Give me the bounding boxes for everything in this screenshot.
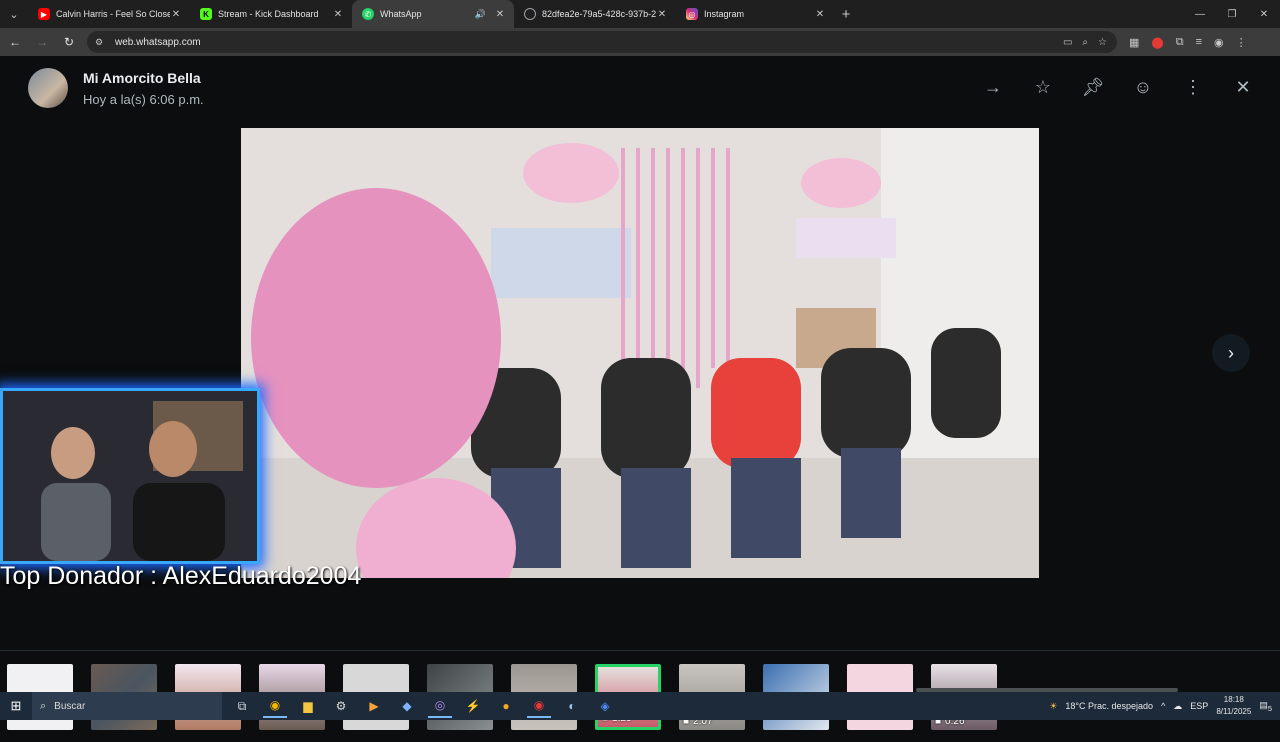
browser-tab-strip: ⌄ ▶ Calvin Harris - Feel So Close (Tr ✕ …	[0, 0, 1280, 28]
clock-date: 8/11/2025	[1216, 707, 1252, 716]
weather-text[interactable]: 18°C Prac. despejado	[1065, 701, 1153, 711]
extension-shield-icon[interactable]: ⬤	[1151, 36, 1163, 49]
browser-toolbar: ← → ↻ ⚙ web.whatsapp.com ▭ ⌕ ☆ ▦ ⬤ ⧉ ≡ ◉…	[0, 28, 1280, 56]
close-viewer-icon[interactable]: ✕	[1232, 76, 1254, 98]
pin-icon[interactable]: 📌︎	[1082, 76, 1105, 98]
close-tab-icon[interactable]: ✕	[332, 9, 344, 20]
tab-title: Instagram	[704, 9, 745, 19]
close-tab-icon[interactable]: ✕	[170, 9, 182, 20]
language-indicator[interactable]: ESP	[1190, 701, 1208, 711]
tab-search-icon[interactable]: ⌄	[0, 0, 28, 28]
star-icon[interactable]: ☆	[1032, 76, 1054, 98]
obs-icon[interactable]: ◎	[428, 694, 452, 718]
webcam-scene	[3, 391, 257, 561]
next-media-button[interactable]: ›	[1212, 334, 1250, 372]
tab-title: Stream - Kick Dashboard	[218, 9, 319, 19]
weather-icon[interactable]: ☀	[1049, 701, 1057, 712]
whatsapp-icon: ✆	[362, 8, 374, 20]
close-window-icon[interactable]: ✕	[1248, 9, 1280, 20]
forward-icon[interactable]: →	[30, 35, 54, 49]
windows-taskbar: ⊞ ⌕ Buscar ⧉ ◉ ▆ ⚙ ▶ ◆ ◎ ⚡ ● ◉ ◐ ◈ ☀ 18°…	[0, 692, 1280, 720]
viewer-header: Mi Amorcito Bella Hoy a la(s) 6:06 p.m. …	[0, 56, 1280, 122]
app-orange-icon[interactable]: ●	[494, 694, 518, 718]
windows-start-icon[interactable]: ⊞	[0, 698, 32, 714]
address-bar[interactable]: ⚙ web.whatsapp.com ▭ ⌕ ☆	[87, 31, 1117, 53]
browser-tab-youtube[interactable]: ▶ Calvin Harris - Feel So Close (Tr ✕	[28, 0, 190, 28]
window-controls: — ❐ ✕	[1184, 9, 1280, 20]
cast-icon[interactable]: ▭	[1063, 37, 1072, 48]
file-explorer-icon[interactable]: ▆	[296, 694, 320, 718]
restore-icon[interactable]: ❐	[1216, 9, 1248, 20]
forward-icon[interactable]: →	[982, 76, 1004, 98]
clock-time: 18:18	[1223, 695, 1244, 704]
taskbar-clock[interactable]: 18:18 8/11/2025	[1216, 694, 1251, 718]
app-blue-icon[interactable]: ◈	[593, 694, 617, 718]
minimize-icon[interactable]: —	[1184, 9, 1216, 20]
tab-title: 82dfea2e-79a5-428c-937b-2fca	[542, 9, 656, 19]
top-donor-overlay-text: Top Donador : AlexEduardo2004	[0, 562, 362, 590]
emoji-react-icon[interactable]: ☺	[1132, 76, 1154, 98]
taskbar-apps: ⧉ ◉ ▆ ⚙ ▶ ◆ ◎ ⚡ ● ◉ ◐ ◈	[230, 694, 617, 718]
back-icon[interactable]: ←	[3, 35, 27, 49]
chrome-icon[interactable]: ◉	[263, 694, 287, 718]
message-timestamp: Hoy a la(s) 6:06 p.m.	[83, 92, 204, 107]
close-tab-icon[interactable]: ✕	[656, 9, 668, 20]
app-red-icon[interactable]: ◉	[527, 694, 551, 718]
site-info-icon[interactable]: ⚙	[95, 37, 107, 48]
instagram-icon: ◎	[686, 8, 698, 20]
taskbar-search-placeholder: Buscar	[54, 700, 86, 712]
app-lightning-icon[interactable]: ⚡	[461, 694, 485, 718]
viewer-actions: → ☆ 📌︎ ☺ ⋮ ✕	[982, 76, 1254, 98]
notification-count: 5	[1267, 703, 1272, 713]
media-player-icon[interactable]: ▶	[362, 694, 386, 718]
more-options-icon[interactable]: ⋮	[1182, 76, 1204, 98]
browser-tab-whatsapp[interactable]: ✆ WhatsApp 🔊 ✕	[352, 0, 514, 28]
steam-icon[interactable]: ◐	[560, 694, 584, 718]
media-control-icon[interactable]: ≡	[1196, 36, 1202, 49]
app-icon[interactable]: ◆	[395, 694, 419, 718]
browser-tab-kick[interactable]: K Stream - Kick Dashboard ✕	[190, 0, 352, 28]
extension-icon[interactable]: ▦	[1129, 36, 1139, 49]
task-view-icon[interactable]: ⧉	[230, 694, 254, 718]
speaker-icon[interactable]: 🔊	[475, 9, 486, 20]
video-scene	[241, 128, 1039, 578]
new-tab-button[interactable]: +	[834, 6, 858, 23]
tray-chevron-icon[interactable]: ^	[1161, 701, 1165, 711]
zoom-icon[interactable]: ⌕	[1082, 37, 1088, 48]
bookmark-star-icon[interactable]: ☆	[1098, 37, 1107, 48]
contact-name: Mi Amorcito Bella	[83, 70, 201, 86]
contact-avatar[interactable]	[28, 68, 68, 108]
stream-webcam-overlay	[0, 388, 260, 564]
browser-tab-uuid[interactable]: 82dfea2e-79a5-428c-937b-2fca ✕	[514, 0, 676, 28]
taskbar-search[interactable]: ⌕ Buscar	[32, 692, 222, 720]
tab-title: Calvin Harris - Feel So Close (Tr	[56, 9, 170, 19]
browser-tab-instagram[interactable]: ◎ Instagram ✕	[676, 0, 834, 28]
globe-icon	[524, 8, 536, 20]
search-icon: ⌕	[40, 699, 47, 712]
notifications-icon[interactable]: ▤5	[1259, 700, 1272, 713]
settings-icon[interactable]: ⚙	[329, 694, 353, 718]
reload-icon[interactable]: ↻	[57, 35, 81, 49]
extensions-puzzle-icon[interactable]: ⧉	[1176, 36, 1184, 49]
close-tab-icon[interactable]: ✕	[814, 9, 826, 20]
tab-title: WhatsApp	[380, 9, 422, 19]
media-viewer: Mi Amorcito Bella Hoy a la(s) 6:06 p.m. …	[0, 56, 1280, 730]
kick-icon: K	[200, 8, 212, 20]
close-tab-icon[interactable]: ✕	[494, 9, 506, 20]
url-text: web.whatsapp.com	[115, 36, 201, 48]
youtube-icon: ▶	[38, 8, 50, 20]
onedrive-icon[interactable]: ☁	[1173, 701, 1182, 712]
profile-avatar-icon[interactable]: ◉	[1214, 36, 1224, 49]
media-video-frame[interactable]	[241, 128, 1039, 578]
system-tray: ☀ 18°C Prac. despejado ^ ☁ ESP 18:18 8/1…	[1049, 694, 1280, 718]
browser-menu-icon[interactable]: ⋮	[1236, 36, 1247, 49]
